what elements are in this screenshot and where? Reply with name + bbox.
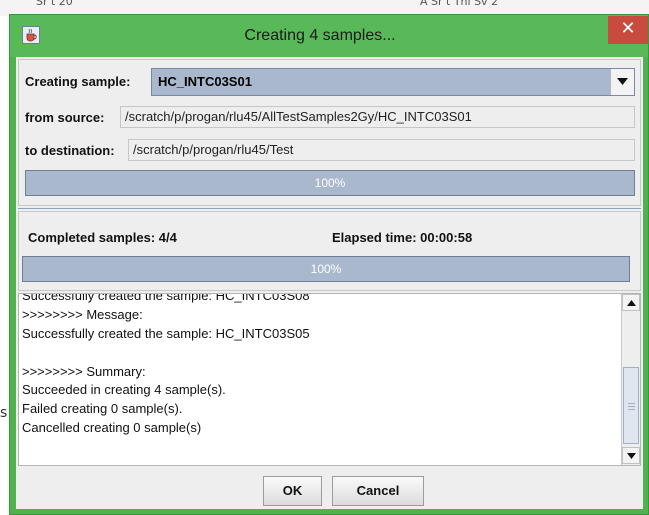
log-text-area[interactable]: Successfully created the sample: HC_INTC… — [18, 293, 641, 466]
overall-progress-text: 100% — [310, 262, 342, 276]
scroll-thumb[interactable] — [623, 367, 639, 444]
log-line: >>>>>>>> Message: — [22, 306, 143, 322]
elapsed-time-label: Elapsed time: 00:00:58 — [332, 230, 473, 245]
source-label: from source: — [25, 110, 105, 125]
background-letter: s — [0, 405, 8, 421]
creating-sample-label: Creating sample: — [25, 74, 131, 89]
dropdown-button[interactable] — [610, 69, 634, 95]
background-text-right: A Sr t Thi Sv 2 — [420, 0, 499, 8]
thumb-grip — [628, 409, 635, 410]
log-line: Failed creating 0 sample(s). — [22, 401, 183, 417]
thumb-grip — [628, 406, 635, 407]
log-line: Successfully created the sample: HC_INTC… — [22, 293, 310, 303]
overall-progress-panel: Completed samples: 4/4 Elapsed time: 00:… — [18, 211, 641, 291]
sample-select[interactable]: HC_INTC03S01 — [151, 68, 635, 96]
sample-progress-bar: 100% — [25, 170, 635, 196]
completed-samples-label: Completed samples: 4/4 — [28, 230, 177, 245]
log-lines: Successfully created the sample: HC_INTC… — [22, 293, 617, 438]
overall-progress-bar: 100% — [22, 256, 630, 282]
current-sample-panel: Creating sample: HC_INTC03S01 from sourc… — [18, 59, 641, 206]
log-line: Successfully created the sample: HC_INTC… — [22, 325, 310, 341]
creating-samples-dialog: Creating 4 samples... ✕ Creating sample:… — [9, 14, 649, 515]
destination-path-field: /scratch/p/progan/rlu45/Test — [128, 139, 635, 161]
sample-progress-text: 100% — [314, 176, 346, 190]
thumb-grip — [628, 403, 635, 404]
close-icon: ✕ — [620, 18, 636, 39]
log-line: Cancelled creating 0 sample(s) — [22, 420, 202, 436]
close-button[interactable]: ✕ — [608, 16, 648, 44]
section-divider — [18, 208, 641, 209]
scroll-up-icon — [627, 300, 636, 306]
cancel-button[interactable]: Cancel — [332, 476, 424, 506]
destination-label: to destination: — [25, 143, 115, 158]
title-bar[interactable]: Creating 4 samples... ✕ — [10, 15, 648, 57]
log-scrollbar[interactable] — [621, 294, 640, 465]
sample-select-value: HC_INTC03S01 — [158, 74, 252, 89]
chevron-down-icon — [617, 78, 628, 85]
source-path-field: /scratch/p/progan/rlu45/AllTestSamples2G… — [120, 106, 635, 128]
log-line: Succeeded in creating 4 sample(s). — [22, 382, 226, 398]
ok-button[interactable]: OK — [263, 476, 322, 506]
background-text-left: Sr t 20 — [36, 0, 73, 8]
window-title: Creating 4 samples... — [244, 27, 396, 44]
scroll-up-button[interactable] — [622, 294, 640, 311]
dialog-content: Creating sample: HC_INTC03S01 from sourc… — [16, 57, 643, 509]
log-line: >>>>>>>> Summary: — [22, 363, 146, 379]
scroll-down-button[interactable] — [622, 447, 640, 464]
scroll-down-icon — [627, 453, 636, 459]
